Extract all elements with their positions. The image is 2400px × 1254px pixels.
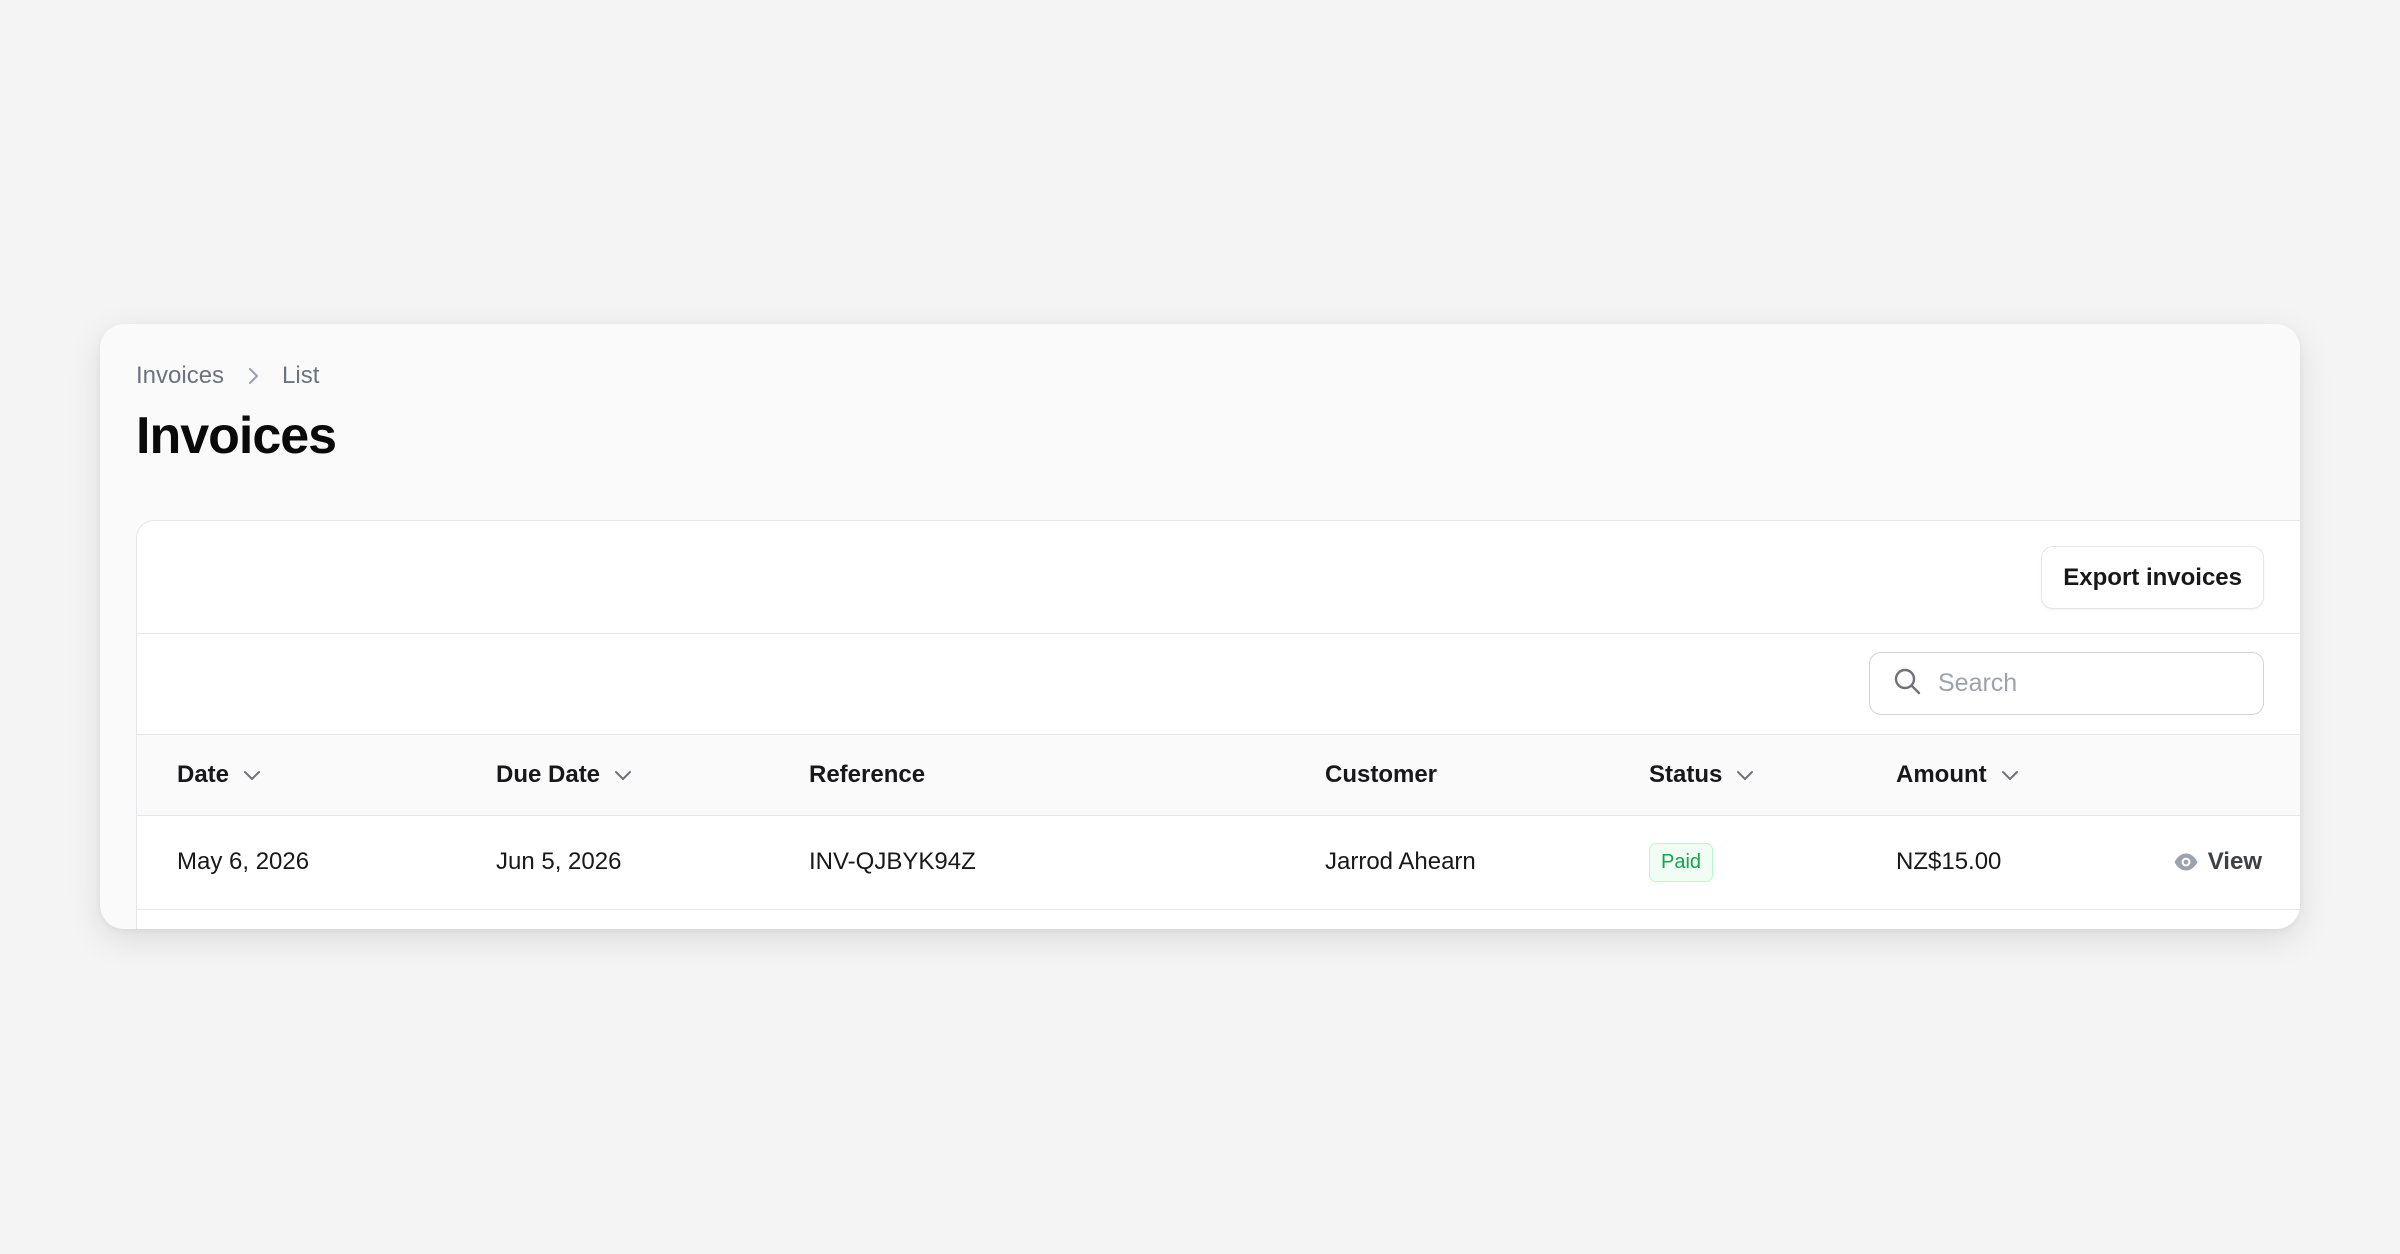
table-row[interactable]: May 6, 2026 Jun 5, 2026 INV-QJBYK94Z Jar… — [137, 815, 2300, 909]
column-header-customer: Customer — [1325, 760, 1438, 788]
cell-status: Paid — [1609, 815, 1856, 909]
chevron-right-icon — [244, 367, 262, 385]
search-input[interactable] — [1938, 669, 2238, 698]
chevron-down-icon — [1737, 770, 1754, 780]
cell-date: May 6, 2026 — [177, 848, 310, 875]
chevron-down-icon — [244, 770, 261, 780]
table-toolbar — [137, 634, 2300, 735]
eye-icon — [2174, 853, 2198, 871]
column-header-amount[interactable]: Amount — [1856, 735, 2300, 815]
cell-customer: Jarrod Ahearn — [1325, 848, 1476, 875]
app-window: Invoices List Invoices Export invoices S… — [100, 324, 2300, 929]
column-header-due-date[interactable]: Due Date — [456, 735, 769, 815]
page-title: Invoices — [136, 407, 337, 465]
export-invoices-button[interactable]: Export invoices — [2041, 546, 2264, 609]
table-header-row: Date Due Date Reference Customer Status … — [137, 735, 2300, 815]
cell-amount: NZ$15.00 View — [1856, 815, 2300, 909]
column-header-status[interactable]: Status — [1609, 735, 1856, 815]
search-field[interactable] — [1869, 652, 2264, 715]
column-header-date[interactable]: Date — [137, 735, 456, 815]
invoices-table: Date Due Date Reference Customer Status … — [137, 735, 2300, 910]
status-badge: Paid — [1649, 842, 1714, 882]
breadcrumb: Invoices List — [136, 362, 319, 390]
invoices-table-card: Export invoices Date Due Date Reference — [136, 520, 2300, 929]
breadcrumb-item-invoices[interactable]: Invoices — [136, 362, 224, 390]
chevron-down-icon — [615, 770, 632, 780]
column-header-reference: Reference — [809, 760, 926, 788]
amount-value: NZ$15.00 — [1896, 848, 2002, 875]
breadcrumb-item-list: List — [282, 362, 320, 389]
view-invoice-link[interactable]: View — [2173, 848, 2262, 876]
view-label: View — [2207, 848, 2262, 875]
cell-due-date: Jun 5, 2026 — [496, 848, 622, 875]
cell-reference: INV-QJBYK94Z — [809, 848, 976, 875]
search-icon — [1892, 666, 1922, 701]
card-header: Export invoices — [137, 521, 2300, 634]
chevron-down-icon — [2001, 770, 2018, 780]
